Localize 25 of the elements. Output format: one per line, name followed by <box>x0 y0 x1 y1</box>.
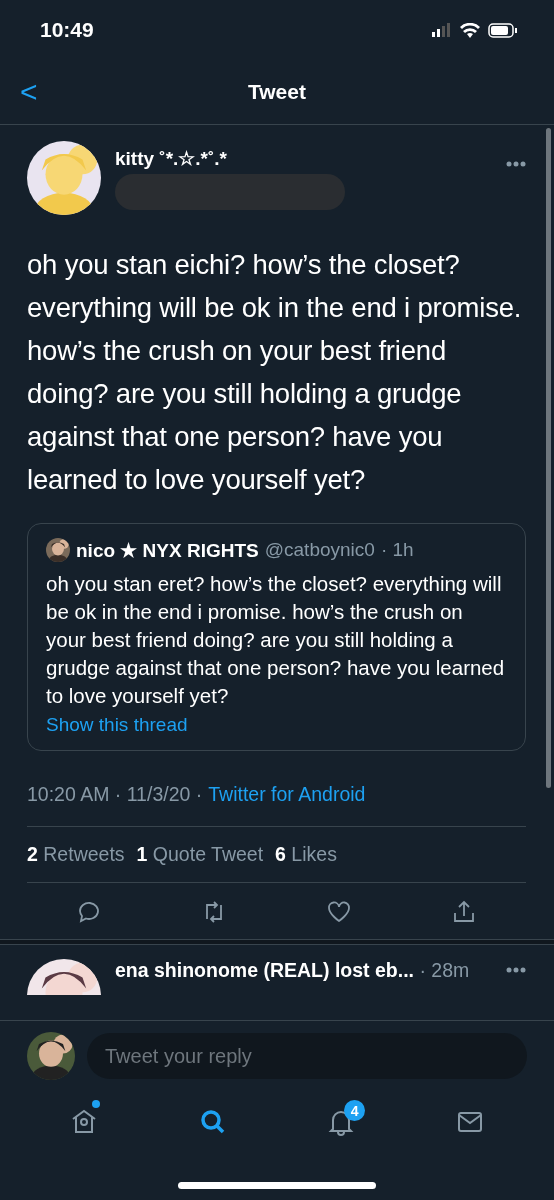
more-icon[interactable] <box>506 967 526 973</box>
show-thread-link[interactable]: Show this thread <box>46 714 188 736</box>
quoted-handle: @catboynic0 <box>264 539 375 561</box>
author-name: kitty ˚*.☆.*˚.* <box>115 146 229 170</box>
timestamp: 10:20 AM · 11/3/20 · <box>27 783 203 806</box>
page-title: Tweet <box>248 80 306 103</box>
like-icon[interactable] <box>325 899 352 925</box>
back-button[interactable]: < <box>0 75 38 109</box>
tweet-text: oh you stan eichi? how’s the closet? everything will be ok in the end i promise. how’s the crush on your best friend doing? are you still holding a grudge against that one person? have you learned to love yourself yet? <box>27 248 523 497</box>
wifi-icon <box>460 22 480 38</box>
quoted-text: oh you stan eret? how’s the closet? everything will be ok in the end i promise. how’s the crush on your best friend doing? are you still holding a grudge against that one person? have you learned to love yourself yet? <box>46 571 506 709</box>
reply-field[interactable]: Tweet your reply <box>87 1033 527 1079</box>
notification-badge: 4 <box>344 1100 366 1121</box>
stat-link[interactable]: 1 Quote Tweet <box>136 843 264 866</box>
signal-icon <box>432 23 452 37</box>
source-link[interactable]: Twitter for Android <box>208 783 366 806</box>
stat-link[interactable]: 6 Likes <box>275 843 337 866</box>
status-time: 10:49 <box>40 18 94 42</box>
quoted-time: · 1h <box>380 539 414 561</box>
battery-icon <box>488 22 518 38</box>
more-icon[interactable] <box>506 161 526 167</box>
quoted-author: nico ★ NYX RIGHTS <box>76 538 259 562</box>
stat-link[interactable]: 2 Retweets <box>27 843 125 866</box>
reply-author: ena shinonome (REAL) lost eb... · 28m <box>115 959 470 983</box>
quoted-tweet[interactable] <box>27 523 526 751</box>
